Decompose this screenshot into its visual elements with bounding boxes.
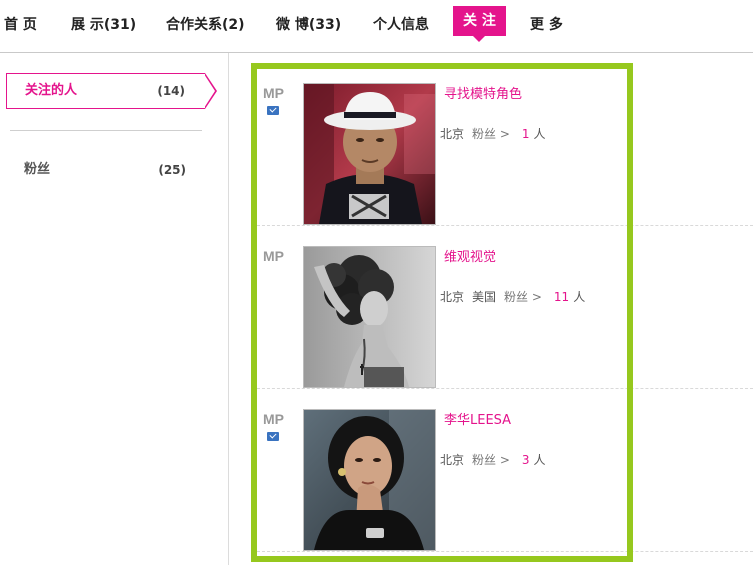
nav-more[interactable]: 更 多 [530,12,563,38]
following-list: MP 寻找模特角色 北京 粉丝 > 1 人 MP 维观视觉 北京 美国 粉丝 >… [229,53,753,565]
nav-showcase[interactable]: 展 示(31) [71,12,136,38]
nav-home[interactable]: 首 页 [4,12,37,38]
sidebar-item-count: (14) [157,84,185,98]
sidebar-item-fans[interactable]: 粉丝 (25) [6,153,206,187]
nav-partners[interactable]: 合作关系(2) [166,12,245,38]
sidebar-item-label: 关注的人 [25,83,78,98]
sidebar: 关注的人 (14) 粉丝 (25) [0,53,229,565]
nav-following[interactable]: 关 注 [453,6,506,42]
nav-profile[interactable]: 个人信息 [373,12,429,38]
top-nav: 首 页 展 示(31) 合作关系(2) 微 博(33) 个人信息 关 注 更 多 [0,0,753,53]
sidebar-item-count: (25) [158,163,186,177]
highlight-frame [251,63,633,562]
nav-weibo[interactable]: 微 博(33) [276,12,341,38]
sidebar-item-following[interactable]: 关注的人 (14) [6,73,217,109]
sidebar-divider [10,130,202,131]
sidebar-item-label: 粉丝 [24,162,51,177]
